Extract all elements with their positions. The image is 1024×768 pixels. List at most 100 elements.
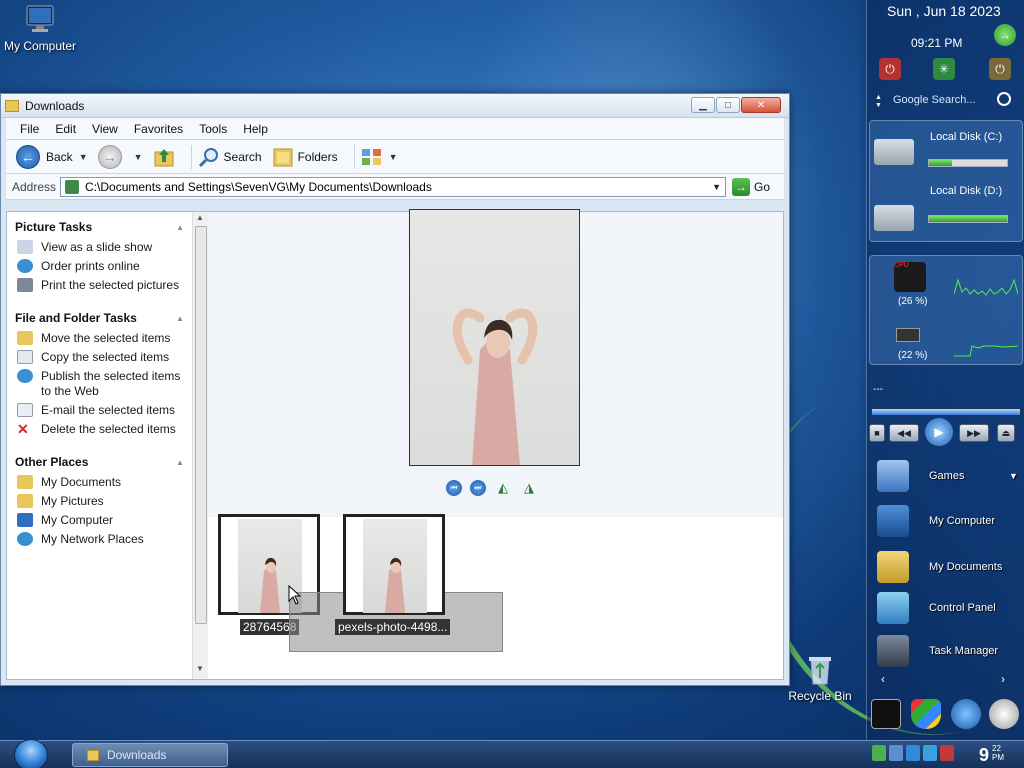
security-shield-icon[interactable] xyxy=(911,699,941,729)
filmstrip-viewer: ⏮ ⏭ ◭ ◮ xyxy=(208,209,783,517)
place-my-computer[interactable]: My Computer xyxy=(7,511,192,530)
cpu-gauge-icon: CPU xyxy=(894,262,926,292)
chevron-down-icon[interactable]: ▼ xyxy=(134,152,143,162)
folders-button[interactable]: Folders xyxy=(272,146,338,168)
next-image-icon[interactable]: ⏭ xyxy=(470,480,486,496)
launcher-control-panel[interactable]: Control Panel xyxy=(877,590,1024,626)
scroll-up-icon[interactable]: ▲ xyxy=(196,213,204,222)
task-pane-scrollbar[interactable]: ▲ ▼ xyxy=(192,212,208,679)
place-my-network[interactable]: My Network Places xyxy=(7,530,192,549)
collapse-icon[interactable]: ▲ xyxy=(176,314,184,323)
sidebar-time: 09:21 PM xyxy=(911,36,963,50)
tray-device-icon[interactable] xyxy=(889,745,903,761)
chevron-down-icon[interactable]: ▼ xyxy=(79,152,88,162)
task-delete[interactable]: ✕ Delete the selected items xyxy=(7,420,192,439)
tray-network-icon[interactable] xyxy=(872,745,886,761)
forward-button[interactable]: → ▼ xyxy=(97,144,143,169)
menu-edit[interactable]: Edit xyxy=(47,122,84,136)
collapse-icon[interactable]: ▲ xyxy=(176,458,184,467)
task-copy[interactable]: Copy the selected items xyxy=(7,348,192,367)
place-my-documents[interactable]: My Documents xyxy=(7,473,192,492)
next-arrow-icon[interactable]: → xyxy=(994,24,1016,46)
previous-image-icon[interactable]: ⏮ xyxy=(446,480,462,496)
task-publish[interactable]: Publish the selected items to the Web xyxy=(7,367,192,401)
go-arrow-icon: → xyxy=(732,177,751,196)
taskbar-item-downloads[interactable]: Downloads xyxy=(72,743,228,767)
task-email[interactable]: E-mail the selected items xyxy=(7,401,192,420)
picture-tasks-header[interactable]: Picture Tasks ▲ xyxy=(7,216,192,238)
shutdown-icon[interactable]: ⏻ xyxy=(989,58,1011,80)
up-folder-button[interactable] xyxy=(153,146,175,168)
google-search-input[interactable]: Google Search... xyxy=(893,90,1015,110)
task-slideshow[interactable]: View as a slide show xyxy=(7,238,192,257)
command-prompt-icon[interactable] xyxy=(871,699,901,729)
other-places-header[interactable]: Other Places ▲ xyxy=(7,451,192,473)
file-folder-tasks-header[interactable]: File and Folder Tasks ▲ xyxy=(7,307,192,329)
chevron-down-icon[interactable]: ▼ xyxy=(389,152,398,162)
search-button[interactable]: Search xyxy=(198,146,262,168)
hibernate-icon[interactable]: ✳ xyxy=(933,58,955,80)
address-input[interactable]: C:\Documents and Settings\SevenVG\My Doc… xyxy=(60,176,727,197)
network-icon[interactable] xyxy=(951,699,981,729)
monitor-icon xyxy=(877,505,909,537)
rotate-counterclockwise-icon[interactable]: ◮ xyxy=(520,480,538,496)
folder-icon xyxy=(17,494,33,508)
close-button[interactable]: ✕ xyxy=(741,97,781,113)
logoff-icon[interactable]: ⏻ xyxy=(879,58,901,80)
clock-hour[interactable]: 9 xyxy=(979,745,989,766)
task-print[interactable]: Print the selected pictures xyxy=(7,276,192,295)
start-button[interactable] xyxy=(14,739,48,768)
folders-icon xyxy=(273,148,293,166)
title-bar[interactable]: Downloads ▁ □ ✕ xyxy=(1,94,789,118)
minimize-button[interactable]: ▁ xyxy=(691,97,715,113)
chevron-down-icon[interactable]: ▼ xyxy=(712,182,721,192)
delete-x-icon: ✕ xyxy=(17,421,29,437)
launcher-next-icon[interactable]: › xyxy=(1001,672,1005,686)
chevron-down-icon[interactable]: ▼ xyxy=(1009,471,1018,481)
views-button[interactable]: ▼ xyxy=(361,147,398,167)
place-my-pictures[interactable]: My Pictures xyxy=(7,492,192,511)
fast-forward-icon[interactable]: ▶▶ xyxy=(959,424,989,442)
menu-file[interactable]: File xyxy=(12,122,47,136)
thumbnail-2[interactable] xyxy=(343,514,445,615)
tray-shield-icon[interactable] xyxy=(940,745,954,761)
scroll-down-icon[interactable]: ▼ xyxy=(196,664,204,673)
monitor-icon xyxy=(24,3,56,35)
games-icon xyxy=(877,460,909,492)
launcher-task-manager[interactable]: Task Manager xyxy=(877,633,1024,669)
speaker-icon[interactable] xyxy=(989,699,1019,729)
tray-app-icon[interactable] xyxy=(906,745,920,761)
hard-disk-icon xyxy=(874,205,914,231)
task-order-prints[interactable]: Order prints online xyxy=(7,257,192,276)
desktop-icon-recycle-bin[interactable]: Recycle Bin xyxy=(780,654,860,703)
rewind-icon[interactable]: ◀◀ xyxy=(889,424,919,442)
collapse-icon[interactable]: ▲ xyxy=(176,223,184,232)
search-icon[interactable] xyxy=(997,92,1011,106)
menu-favorites[interactable]: Favorites xyxy=(126,122,191,136)
back-button[interactable]: ← Back ▼ xyxy=(16,144,88,169)
launcher-my-computer[interactable]: My Computer xyxy=(877,503,1024,539)
play-icon[interactable]: ▶ xyxy=(925,418,953,446)
eject-icon[interactable]: ⏏ xyxy=(997,424,1015,442)
desktop-icon-my-computer[interactable]: My Computer xyxy=(0,3,80,53)
launcher-games[interactable]: Games ▼ xyxy=(877,458,1024,494)
sidebar-date: Sun , Jun 18 2023 xyxy=(887,3,1001,19)
maximize-button[interactable]: □ xyxy=(716,97,740,113)
taskbar: Downloads 9 22 PM xyxy=(0,739,1024,768)
rotate-clockwise-icon[interactable]: ◭ xyxy=(494,480,512,496)
go-button[interactable]: → Go xyxy=(732,177,770,196)
scroll-thumb[interactable] xyxy=(195,226,207,624)
menu-view[interactable]: View xyxy=(84,122,126,136)
media-progress-bar[interactable] xyxy=(871,408,1021,416)
search-scroll-icon[interactable]: ▲ ▼ xyxy=(875,94,882,110)
launcher-prev-icon[interactable]: ‹ xyxy=(881,672,885,686)
task-move[interactable]: Move the selected items xyxy=(7,329,192,348)
menu-tools[interactable]: Tools xyxy=(191,122,235,136)
launcher-my-documents[interactable]: My Documents xyxy=(877,549,1024,585)
tray-monitor-icon[interactable] xyxy=(923,745,937,761)
toolbar-separator xyxy=(353,144,355,169)
menu-help[interactable]: Help xyxy=(235,122,276,136)
preview-image[interactable] xyxy=(409,209,580,466)
stop-icon[interactable]: ■ xyxy=(869,424,885,442)
clock-minute-ampm[interactable]: 22 PM xyxy=(992,744,1004,762)
